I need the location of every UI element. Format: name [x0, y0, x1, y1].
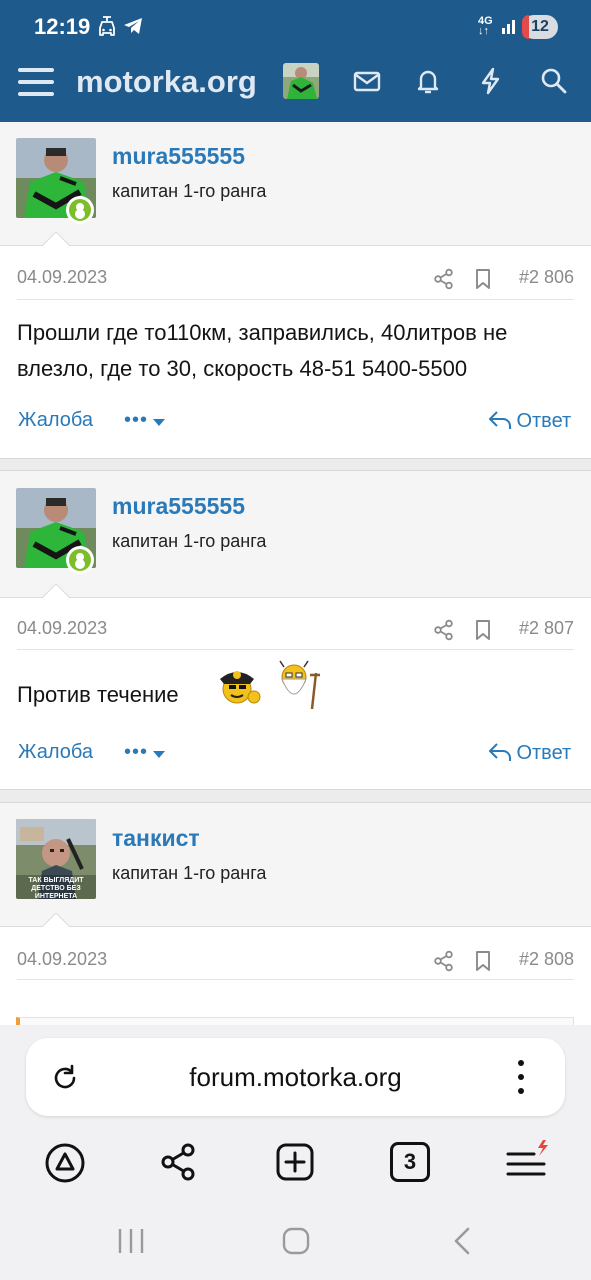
post-date[interactable]: 04.09.2023 — [17, 618, 107, 639]
quote-block — [16, 1017, 574, 1025]
new-tab-icon[interactable] — [275, 1142, 315, 1182]
speech-notch — [41, 584, 71, 599]
kebab-menu-icon[interactable] — [513, 1058, 529, 1096]
telegram-icon — [124, 18, 142, 34]
post-divider — [17, 649, 574, 650]
alice-assistant-icon[interactable] — [44, 1142, 86, 1184]
post-user-title: капитан 1-го ранга — [112, 863, 267, 883]
post-date[interactable]: 04.09.2023 — [17, 267, 107, 288]
online-status-icon — [66, 196, 94, 224]
tabs-button[interactable]: 3 — [390, 1142, 430, 1182]
user-avatar[interactable]: ТАК ВЫГЛЯДИТ ДЕТСТВО БЕЗ ИНТЕРНЕТА — [16, 819, 96, 899]
recent-apps-icon[interactable] — [116, 1227, 146, 1255]
more-dots: ••• — [124, 409, 149, 431]
report-link[interactable]: Жалоба — [18, 741, 93, 764]
site-logo[interactable]: motorka.org — [76, 64, 257, 100]
reply-icon — [489, 743, 511, 761]
thread-content[interactable]: mura555555 капитан 1-го ранга 04.09.2023… — [0, 122, 591, 1025]
post-user-block: mura555555 капитан 1-го ранга — [0, 471, 591, 598]
bolt-icon[interactable] — [476, 66, 506, 96]
post-divider — [17, 979, 574, 980]
top-bar: 12:19 4G ↓↑ 12 motorka.org — [0, 0, 591, 122]
share-icon[interactable] — [433, 268, 455, 290]
speech-notch — [41, 232, 71, 247]
tab-count: 3 — [403, 1149, 417, 1174]
chevron-down-icon — [153, 750, 166, 758]
address-bar[interactable]: forum.motorka.org — [26, 1038, 565, 1116]
more-menu[interactable]: ••• — [124, 741, 166, 764]
menu-icon[interactable] — [18, 66, 56, 98]
battery-indicator: 12 — [522, 15, 558, 39]
speech-notch — [41, 913, 71, 928]
reply-icon — [489, 411, 511, 429]
share-icon[interactable] — [433, 950, 455, 972]
post-username[interactable]: mura555555 — [112, 143, 245, 170]
post-user-block: mura555555 капитан 1-го ранга — [0, 122, 591, 246]
online-status-icon — [66, 546, 94, 574]
post-text: Прошли где то110км, заправились, 40литро… — [17, 320, 508, 381]
bookmark-icon[interactable] — [472, 268, 494, 290]
bookmark-icon[interactable] — [472, 950, 494, 972]
home-icon[interactable] — [281, 1226, 311, 1256]
post-username[interactable]: танкист — [112, 825, 200, 852]
post-2806: mura555555 капитан 1-го ранга 04.09.2023… — [0, 122, 591, 459]
post-user-title: капитан 1-го ранга — [112, 531, 267, 551]
report-link[interactable]: Жалоба — [18, 409, 93, 432]
system-nav-bar — [0, 1210, 591, 1280]
chevron-down-icon — [153, 418, 166, 426]
browser-toolbar: forum.motorka.org 3 — [0, 1025, 591, 1210]
post-number[interactable]: #2 806 — [519, 267, 574, 288]
share-icon[interactable] — [159, 1142, 199, 1182]
post-number[interactable]: #2 807 — [519, 618, 574, 639]
post-username[interactable]: mura555555 — [112, 493, 245, 520]
reply-button[interactable]: Ответ — [488, 409, 571, 433]
post-date[interactable]: 04.09.2023 — [17, 949, 107, 970]
status-bar: 12:19 4G ↓↑ 12 — [0, 0, 591, 54]
avatar-caption: ТАК ВЫГЛЯДИТ ДЕТСТВО БЕЗ ИНТЕРНЕТА — [28, 877, 84, 899]
back-icon[interactable] — [450, 1226, 474, 1256]
smiley-oldman-emoji — [279, 660, 320, 709]
more-menu[interactable]: ••• — [124, 409, 166, 432]
signal-icon — [502, 20, 515, 34]
bell-icon[interactable] — [413, 66, 443, 96]
post-2808: ТАК ВЫГЛЯДИТ ДЕТСТВО БЕЗ ИНТЕРНЕТА танки… — [0, 802, 591, 1025]
smiley-police-emoji — [220, 671, 261, 704]
more-dots: ••• — [124, 741, 149, 763]
taxi-notification-icon — [99, 16, 115, 36]
site-header: motorka.org — [0, 54, 591, 122]
search-icon[interactable] — [539, 66, 569, 96]
post-2807: mura555555 капитан 1-го ранга 04.09.2023… — [0, 470, 591, 790]
post-number[interactable]: #2 808 — [519, 949, 574, 970]
share-icon[interactable] — [433, 619, 455, 641]
post-user-title: капитан 1-го ранга — [112, 181, 267, 201]
url-text[interactable]: forum.motorka.org — [26, 1062, 565, 1093]
envelope-icon[interactable] — [352, 66, 382, 96]
post-text: Против течение — [17, 682, 179, 707]
browser-menu-icon[interactable] — [505, 1137, 551, 1183]
post-divider — [17, 299, 574, 300]
reply-button[interactable]: Ответ — [488, 741, 571, 765]
post-user-block: ТАК ВЫГЛЯДИТ ДЕТСТВО БЕЗ ИНТЕРНЕТА танки… — [0, 803, 591, 927]
header-user-avatar[interactable] — [283, 63, 319, 99]
status-time: 12:19 — [34, 14, 91, 39]
bookmark-icon[interactable] — [472, 619, 494, 641]
network-type: 4G ↓↑ — [478, 15, 493, 37]
